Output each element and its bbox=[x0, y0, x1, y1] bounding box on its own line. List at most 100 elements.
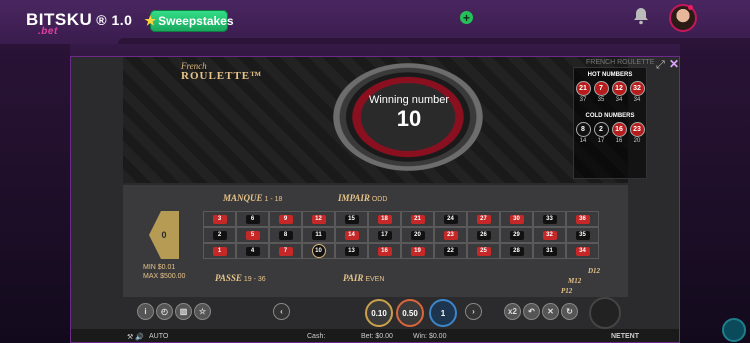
number-cell[interactable]: 4 bbox=[236, 243, 269, 259]
number-chip: 6 bbox=[245, 214, 260, 224]
number-chip: 7 bbox=[278, 246, 293, 256]
number-cell[interactable]: 16 bbox=[368, 243, 401, 259]
number-cell[interactable]: 20 bbox=[401, 227, 434, 243]
number-cell[interactable]: 6 bbox=[236, 211, 269, 227]
stats-icon[interactable]: ▥ bbox=[175, 303, 192, 320]
grid-row: 3 6 9 12 15 18 21 24 27 30 33 36 bbox=[203, 211, 599, 227]
chip-prev-icon[interactable]: ‹ bbox=[273, 303, 290, 320]
number-cell[interactable]: 11 bbox=[302, 227, 335, 243]
win-label: Win: $0.00 bbox=[413, 333, 447, 340]
winning-label: Winning number bbox=[368, 94, 450, 106]
chat-icon[interactable] bbox=[722, 318, 746, 342]
number-cell[interactable]: 36 bbox=[566, 211, 599, 227]
number-cell[interactable]: 5 bbox=[236, 227, 269, 243]
number-cell[interactable]: 30 bbox=[500, 211, 533, 227]
close-icon[interactable]: ✕ bbox=[669, 57, 679, 71]
number-chip: 5 bbox=[245, 230, 260, 240]
number-cell[interactable]: 10 bbox=[302, 243, 335, 259]
hot-number-count: 35 bbox=[597, 97, 605, 103]
number-cell[interactable]: 31 bbox=[533, 243, 566, 259]
rebet-icon[interactable]: ↻ bbox=[561, 303, 578, 320]
impair-bet[interactable]: IMPAIR ODD bbox=[338, 193, 387, 203]
dozen-m12[interactable]: M12 bbox=[568, 277, 581, 285]
number-chip: 13 bbox=[344, 246, 359, 256]
number-cell[interactable]: 12 bbox=[302, 211, 335, 227]
number-cell[interactable]: 1 bbox=[203, 243, 236, 259]
number-chip: 22 bbox=[443, 246, 458, 256]
passe-range: 19 - 36 bbox=[243, 276, 266, 283]
number-cell[interactable]: 27 bbox=[467, 211, 500, 227]
number-cell[interactable]: 23 bbox=[434, 227, 467, 243]
cold-number-count: 20 bbox=[633, 138, 641, 144]
number-cell[interactable]: 13 bbox=[335, 243, 368, 259]
number-cell[interactable]: 28 bbox=[500, 243, 533, 259]
hot-number-ball: 7 bbox=[593, 81, 609, 96]
number-cell[interactable]: 32 bbox=[533, 227, 566, 243]
expand-icon[interactable]: ⤢ bbox=[656, 59, 665, 72]
chip-0.50[interactable]: 0.50 bbox=[396, 299, 424, 327]
grid-row: 2 5 8 11 14 17 20 23 26 29 32 35 bbox=[203, 227, 599, 243]
cold-number-count: 17 bbox=[597, 138, 605, 144]
number-chip: 31 bbox=[542, 246, 557, 256]
site-logo[interactable]: BITSKU ® 1.0 .bet bbox=[26, 10, 132, 37]
number-chip: 19 bbox=[410, 246, 425, 256]
settings-icon[interactable]: ⚒ 🔊 bbox=[127, 333, 144, 341]
history-icon[interactable]: ◴ bbox=[156, 303, 173, 320]
number-cell[interactable]: 25 bbox=[467, 243, 500, 259]
auto-label[interactable]: AUTO bbox=[149, 333, 168, 340]
number-chip: 3 bbox=[212, 214, 227, 224]
number-cell[interactable]: 18 bbox=[368, 211, 401, 227]
number-cell[interactable]: 33 bbox=[533, 211, 566, 227]
manque-range: 1 - 18 bbox=[264, 196, 283, 203]
chip-0.10[interactable]: 0.10 bbox=[365, 299, 393, 327]
hot-number-ball: 12 bbox=[611, 81, 627, 96]
number-chip: 9 bbox=[278, 214, 293, 224]
passe-bet[interactable]: PASSE 19 - 36 bbox=[215, 273, 266, 283]
manque-bet[interactable]: MANQUE 1 - 18 bbox=[223, 193, 282, 203]
number-chip: 26 bbox=[476, 230, 491, 240]
number-cell[interactable]: 22 bbox=[434, 243, 467, 259]
sweepstakes-button[interactable]: ★ Sweepstakes bbox=[144, 10, 234, 32]
dozen-p12[interactable]: P12 bbox=[561, 287, 572, 295]
number-cell[interactable]: 29 bbox=[500, 227, 533, 243]
number-cell[interactable]: 19 bbox=[401, 243, 434, 259]
zero-cell[interactable]: 0 bbox=[149, 211, 179, 259]
chip-1[interactable]: 1 bbox=[429, 299, 457, 327]
number-cell[interactable]: 14 bbox=[335, 227, 368, 243]
brand-label: NETENT bbox=[611, 333, 639, 340]
impair-sub: ODD bbox=[371, 196, 388, 203]
number-cell[interactable]: 3 bbox=[203, 211, 236, 227]
favorites-icon[interactable]: ☆ bbox=[194, 303, 211, 320]
avatar-status-dot bbox=[688, 5, 693, 10]
clear-icon[interactable]: ✕ bbox=[542, 303, 559, 320]
game-frame: French ROULETTE™ Winning number 10 HOT N… bbox=[70, 56, 680, 343]
cold-numbers-row: 8 2 16 23 bbox=[574, 122, 646, 137]
number-cell[interactable]: 34 bbox=[566, 243, 599, 259]
number-chip: 35 bbox=[575, 230, 590, 240]
spin-button[interactable] bbox=[589, 297, 621, 329]
pair-bet[interactable]: PAIR EVEN bbox=[343, 273, 384, 283]
top-rail bbox=[118, 38, 750, 44]
chip-next-icon[interactable]: › bbox=[465, 303, 482, 320]
number-cell[interactable]: 8 bbox=[269, 227, 302, 243]
add-funds-icon[interactable]: + bbox=[460, 11, 473, 24]
number-chip: 30 bbox=[509, 214, 524, 224]
number-cell[interactable]: 9 bbox=[269, 211, 302, 227]
dozen-d12[interactable]: D12 bbox=[588, 267, 600, 275]
double-bet-button[interactable]: x2 bbox=[504, 303, 521, 320]
info-icon[interactable]: i bbox=[137, 303, 154, 320]
number-cell[interactable]: 26 bbox=[467, 227, 500, 243]
bell-icon[interactable] bbox=[633, 7, 649, 25]
number-cell[interactable]: 2 bbox=[203, 227, 236, 243]
hot-number-count: 37 bbox=[579, 97, 587, 103]
cold-counts-row: 14 17 16 20 bbox=[574, 138, 646, 144]
number-cell[interactable]: 35 bbox=[566, 227, 599, 243]
undo-icon[interactable]: ↶ bbox=[523, 303, 540, 320]
number-cell[interactable]: 24 bbox=[434, 211, 467, 227]
number-cell[interactable]: 21 bbox=[401, 211, 434, 227]
number-stats: HOT NUMBERS 21 7 12 32 37 35 34 34 COLD NUMBER… bbox=[573, 67, 647, 179]
number-cell[interactable]: 15 bbox=[335, 211, 368, 227]
number-chip: 15 bbox=[344, 214, 359, 224]
number-cell[interactable]: 7 bbox=[269, 243, 302, 259]
number-cell[interactable]: 17 bbox=[368, 227, 401, 243]
